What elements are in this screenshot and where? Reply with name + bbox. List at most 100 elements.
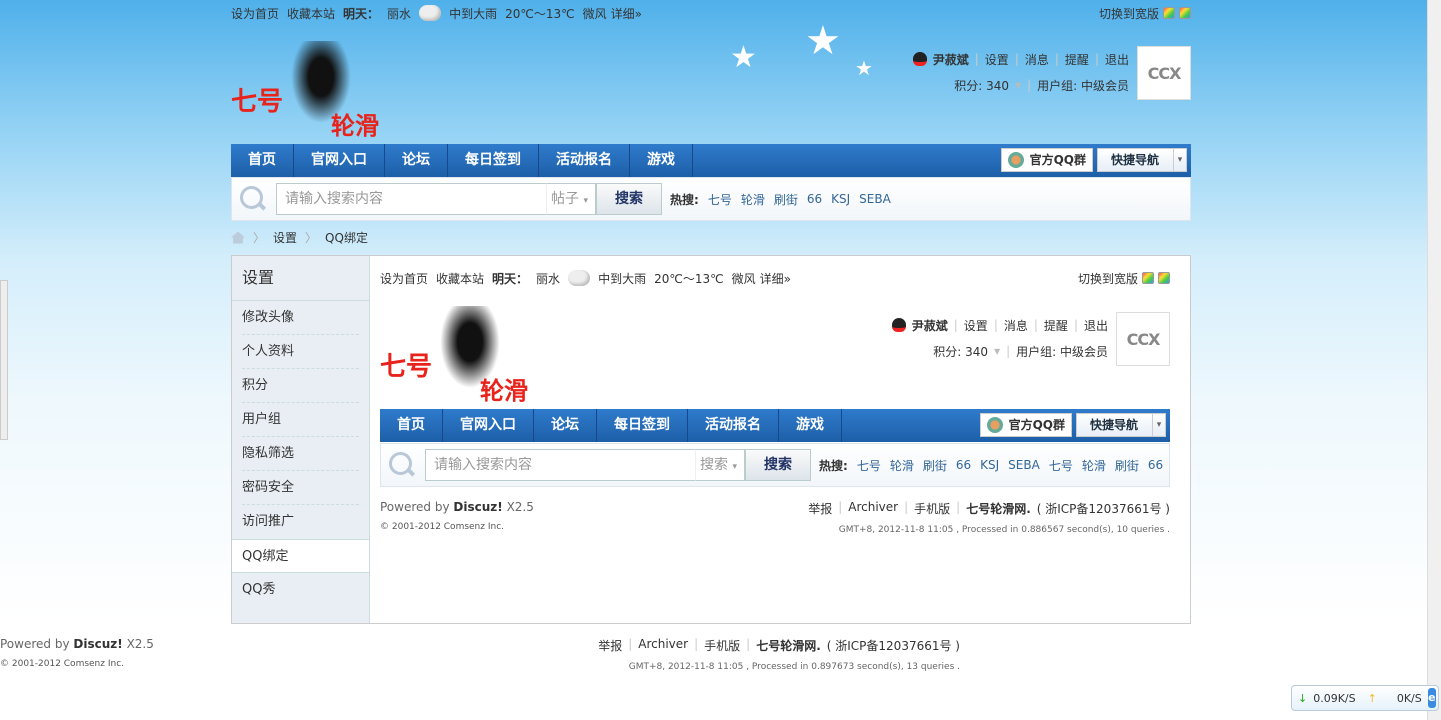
set-home-link[interactable]: 设为首页 — [231, 5, 279, 22]
hot-link[interactable]: 刷街 — [774, 191, 798, 208]
hot-link[interactable]: 七号 — [857, 457, 881, 474]
quick-nav-button[interactable]: 快捷导航 — [1076, 413, 1166, 437]
search-button[interactable]: 搜索 — [745, 449, 811, 481]
search-input[interactable]: 请输入搜索内容 — [276, 183, 546, 215]
bookmark-link[interactable]: 收藏本站 — [287, 5, 335, 22]
hot-label: 热搜: — [670, 192, 699, 207]
messages-link[interactable]: 消息 — [1025, 51, 1049, 68]
hot-link[interactable]: 刷街 — [1115, 457, 1139, 474]
wide-icon[interactable] — [1142, 272, 1154, 284]
archiver-link[interactable]: Archiver — [638, 637, 688, 654]
hot-link[interactable]: 刷街 — [923, 457, 947, 474]
sidebar-item-password[interactable]: 密码安全 — [242, 471, 359, 505]
home-icon[interactable] — [231, 231, 245, 244]
hot-link[interactable]: 66 — [807, 192, 822, 206]
site-link[interactable]: 七号轮滑网. — [756, 637, 821, 654]
reminders-link[interactable]: 提醒 — [1065, 51, 1089, 68]
wide-icon[interactable] — [1163, 7, 1175, 19]
mobile-link[interactable]: 手机版 — [704, 637, 740, 654]
settings-link[interactable]: 设置 — [985, 51, 1009, 68]
nav-forum[interactable]: 论坛 — [534, 409, 597, 442]
mobile-link[interactable]: 手机版 — [914, 500, 950, 517]
nav-home[interactable]: 首页 — [231, 144, 294, 177]
nav-checkin[interactable]: 每日签到 — [448, 144, 539, 177]
nav-home[interactable]: 首页 — [380, 409, 443, 442]
hot-link[interactable]: SEBA — [859, 192, 891, 206]
avatar[interactable]: CCX — [1137, 46, 1191, 100]
quick-nav-button[interactable]: 快捷导航 — [1097, 148, 1187, 172]
hot-link[interactable]: SEBA — [1008, 458, 1040, 472]
logout-link[interactable]: 退出 — [1105, 51, 1129, 68]
main-nav: 首页 官网入口 论坛 每日签到 活动报名 游戏 官方QQ群 快捷导航 — [380, 409, 1170, 442]
qq-penguin-icon — [912, 52, 927, 66]
icp-link[interactable]: ( 浙ICP备12037661号 ) — [827, 637, 960, 654]
qq-group-button[interactable]: 官方QQ群 — [979, 413, 1072, 437]
search-icon — [238, 184, 268, 214]
site-logo[interactable]: 七号 轮滑 — [231, 36, 391, 140]
hot-link[interactable]: 轮滑 — [1082, 457, 1106, 474]
archiver-link[interactable]: Archiver — [848, 500, 898, 517]
sidebar-item-promotion[interactable]: 访问推广 — [242, 505, 359, 539]
nav-forum[interactable]: 论坛 — [385, 144, 448, 177]
hot-link[interactable]: 66 — [1148, 458, 1163, 472]
hot-link[interactable]: 轮滑 — [741, 191, 765, 208]
hot-link[interactable]: KSJ — [831, 192, 850, 206]
nav-official[interactable]: 官网入口 — [294, 144, 385, 177]
bookmark-link[interactable]: 收藏本站 — [436, 270, 484, 287]
sidebar-item-profile[interactable]: 个人资料 — [242, 335, 359, 369]
sidebar-item-avatar[interactable]: 修改头像 — [242, 301, 359, 335]
icp-link[interactable]: ( 浙ICP备12037661号 ) — [1037, 500, 1170, 517]
report-link[interactable]: 举报 — [808, 500, 832, 517]
sidebar-item-usergroup[interactable]: 用户组 — [242, 403, 359, 437]
credits-dropdown[interactable]: 积分: 340 — [933, 343, 988, 360]
set-home-link[interactable]: 设为首页 — [380, 270, 428, 287]
search-button[interactable]: 搜索 — [596, 183, 662, 215]
search-input[interactable]: 请输入搜索内容 — [425, 449, 695, 481]
site-logo[interactable]: 七号 轮滑 — [380, 301, 540, 405]
nav-games[interactable]: 游戏 — [779, 409, 842, 442]
vertical-scrollbar[interactable] — [1427, 0, 1441, 720]
discuz-link[interactable]: Discuz! — [453, 500, 502, 514]
switch-wide-link[interactable]: 切换到宽版 — [1078, 270, 1138, 287]
reminders-link[interactable]: 提醒 — [1044, 317, 1068, 334]
upload-arrow-icon: ↑ — [1367, 691, 1377, 705]
avatar[interactable]: CCX — [1116, 312, 1170, 366]
ie-icon[interactable]: e — [1427, 688, 1436, 708]
nav-events[interactable]: 活动报名 — [688, 409, 779, 442]
sidebar-item-qq-show[interactable]: QQ秀 — [242, 573, 359, 607]
search-type-select[interactable]: 帖子 ▾ — [546, 183, 596, 215]
hot-link[interactable]: 七号 — [1049, 457, 1073, 474]
nav-official[interactable]: 官网入口 — [443, 409, 534, 442]
hot-label: 热搜: — [819, 458, 848, 473]
theme-icon[interactable] — [1158, 272, 1170, 284]
weather-detail-link[interactable]: 详细» — [760, 270, 791, 287]
breadcrumb-settings[interactable]: 设置 — [273, 229, 297, 246]
temperature: 20℃～13℃ — [505, 6, 575, 21]
weather-detail-link[interactable]: 详细» — [611, 5, 642, 22]
search-type-select[interactable]: 搜索 ▾ — [695, 449, 745, 481]
switch-wide-link[interactable]: 切换到宽版 — [1099, 5, 1159, 22]
nav-checkin[interactable]: 每日签到 — [597, 409, 688, 442]
username[interactable]: 尹菽斌 — [912, 317, 948, 334]
credits-dropdown[interactable]: 积分: 340 — [954, 77, 1009, 94]
messages-link[interactable]: 消息 — [1004, 317, 1028, 334]
qq-group-button[interactable]: 官方QQ群 — [1000, 148, 1093, 172]
nav-events[interactable]: 活动报名 — [539, 144, 630, 177]
left-scroll-handle[interactable] — [0, 280, 8, 440]
theme-icon[interactable] — [1179, 7, 1191, 19]
settings-link[interactable]: 设置 — [964, 317, 988, 334]
hot-link[interactable]: 轮滑 — [890, 457, 914, 474]
sidebar-item-qq-bind[interactable]: QQ绑定 — [232, 539, 369, 573]
sidebar-item-privacy[interactable]: 隐私筛选 — [242, 437, 359, 471]
site-link[interactable]: 七号轮滑网. — [966, 500, 1031, 517]
hot-link[interactable]: KSJ — [980, 458, 999, 472]
discuz-link[interactable]: Discuz! — [73, 637, 122, 651]
logout-link[interactable]: 退出 — [1084, 317, 1108, 334]
username[interactable]: 尹菽斌 — [933, 51, 969, 68]
sidebar-item-credits[interactable]: 积分 — [242, 369, 359, 403]
hot-link[interactable]: 七号 — [708, 191, 732, 208]
report-link[interactable]: 举报 — [598, 637, 622, 654]
net-speed-widget[interactable]: ↓ 0.09K/S ↑ 0K/S e — [1291, 685, 1439, 711]
nav-games[interactable]: 游戏 — [630, 144, 693, 177]
hot-link[interactable]: 66 — [956, 458, 971, 472]
